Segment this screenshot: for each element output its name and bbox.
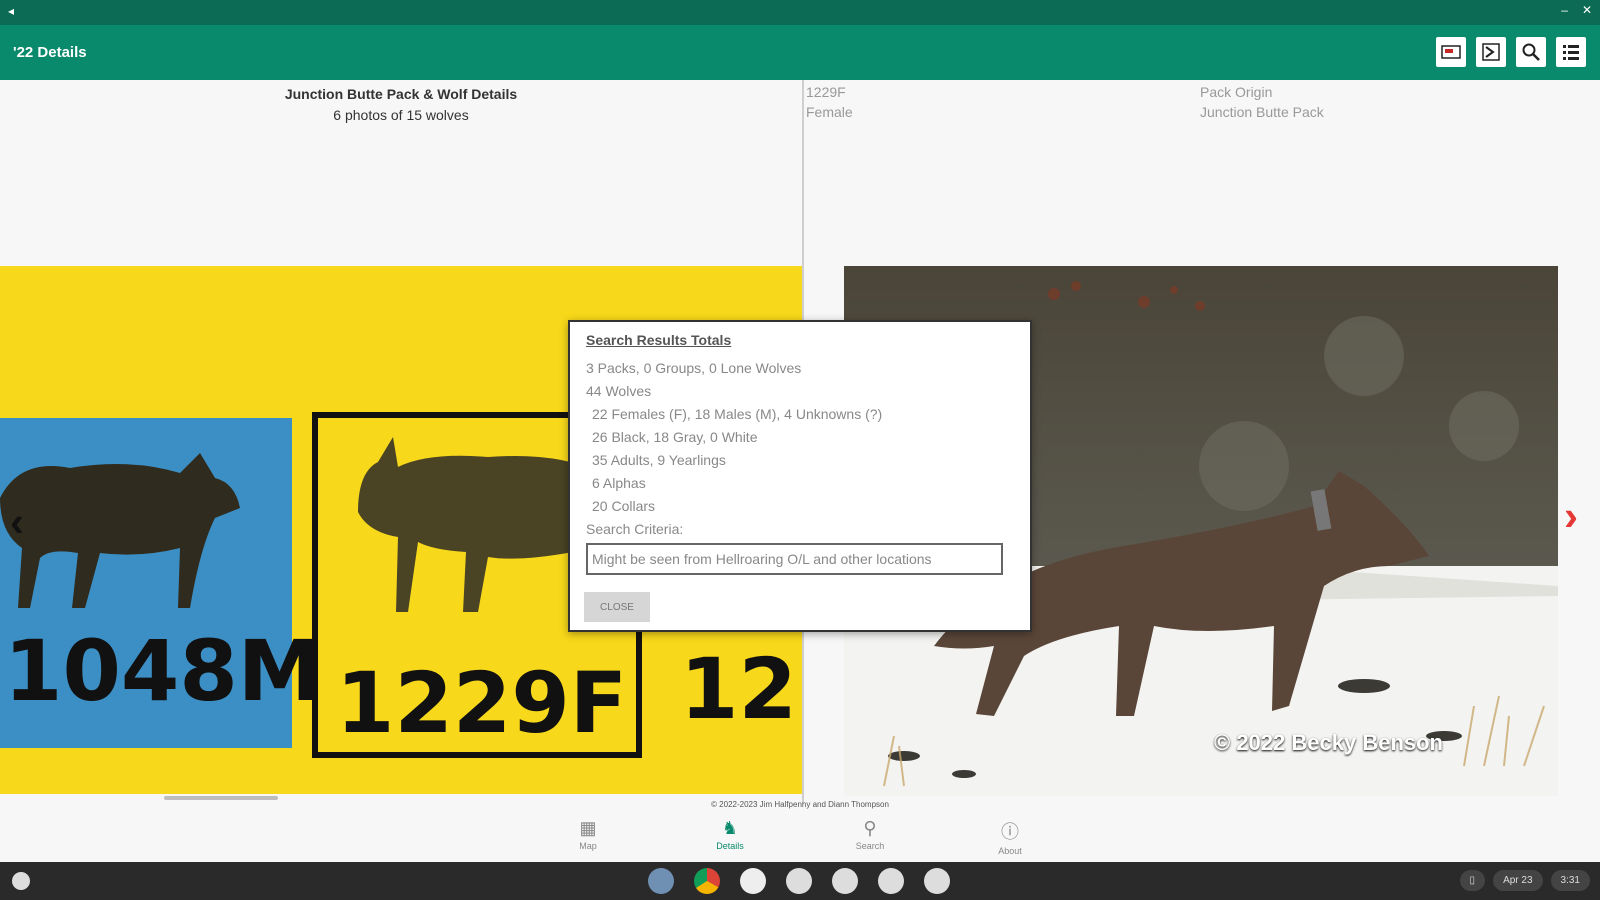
pack-header: Junction Butte Pack & Wolf Details 6 pho… xyxy=(0,86,802,123)
wolf-card-label: 1229F xyxy=(336,654,628,752)
list-icon[interactable] xyxy=(1556,37,1586,67)
close-button[interactable]: CLOSE xyxy=(584,592,650,622)
pack-origin-value: Junction Butte Pack xyxy=(1200,104,1324,120)
app-icon[interactable] xyxy=(924,868,950,894)
back-arrow-icon[interactable]: ◂ xyxy=(8,4,14,18)
os-shelf: ▯ Apr 23 3:31 xyxy=(0,862,1600,900)
photo-credit: © 2022 Becky Benson xyxy=(1214,730,1443,755)
nav-label: Details xyxy=(716,841,744,851)
dialog-line: 6 Alphas xyxy=(592,475,646,491)
wolf-id: 1229F xyxy=(806,84,846,100)
app-icon[interactable] xyxy=(740,868,766,894)
copyright: © 2022-2023 Jim Halfpenny and Diann Thom… xyxy=(711,800,889,809)
wolf-card-1048m[interactable]: 1048M xyxy=(0,418,321,748)
wolf-card-label: 1048M xyxy=(4,622,322,720)
search-results-dialog: Search Results Totals 3 Packs, 0 Groups,… xyxy=(568,320,1032,632)
nav-label: About xyxy=(998,846,1022,856)
app-icon[interactable] xyxy=(832,868,858,894)
date-pill[interactable]: Apr 23 xyxy=(1493,870,1543,891)
wolf-sex: Female xyxy=(806,104,853,120)
map-icon: ▦ xyxy=(579,818,597,838)
nav-about[interactable]: ⓘ About xyxy=(970,818,1050,856)
nav-label: Search xyxy=(855,841,885,851)
search-icon: ⚲ xyxy=(863,818,877,838)
map-book-icon[interactable] xyxy=(1436,37,1466,67)
criteria-field[interactable]: Might be seen from Hellroaring O/L and o… xyxy=(586,543,1003,575)
wolf-silhouette-icon xyxy=(0,453,240,608)
dialog-line: 44 Wolves xyxy=(586,383,652,399)
pack-title: Junction Butte Pack & Wolf Details xyxy=(284,86,518,102)
toolbar-actions xyxy=(1436,37,1586,67)
nav-map[interactable]: ▦ Map xyxy=(548,818,628,851)
dialog-line: 35 Adults, 9 Yearlings xyxy=(592,452,726,468)
wolf-icon: ♞ xyxy=(721,818,739,838)
wolf-card-label: 12 xyxy=(680,640,797,738)
dialog-line: 20 Collars xyxy=(592,498,656,514)
previous-arrow-icon[interactable]: ‹ xyxy=(10,498,24,546)
criteria-label: Search Criteria: xyxy=(586,521,684,537)
dialog-line: 22 Females (F), 18 Males (M), 4 Unknowns… xyxy=(592,406,883,422)
nav-search[interactable]: ⚲ Search xyxy=(830,818,910,851)
app-bar: '22 Details xyxy=(0,25,1600,80)
close-icon[interactable]: ✕ xyxy=(1582,3,1592,17)
app-icon[interactable] xyxy=(786,868,812,894)
app-icon[interactable] xyxy=(878,868,904,894)
dialog-line: 26 Black, 18 Gray, 0 White xyxy=(592,429,758,445)
time-pill[interactable]: 3:31 xyxy=(1550,870,1590,891)
chrome-icon[interactable] xyxy=(694,868,720,894)
next-arrow-icon[interactable]: › xyxy=(1564,492,1578,540)
minimize-icon[interactable]: – xyxy=(1561,3,1568,17)
settings-icon[interactable] xyxy=(648,868,674,894)
search-icon[interactable] xyxy=(1516,37,1546,67)
phone-icon[interactable]: ▯ xyxy=(1459,870,1486,891)
pack-origin-label: Pack Origin xyxy=(1200,84,1273,100)
dialog-title: Search Results Totals xyxy=(586,332,732,348)
nav-label: Map xyxy=(579,841,597,851)
info-icon: ⓘ xyxy=(1001,822,1019,842)
window-titlebar: ◂ – ✕ xyxy=(0,0,1600,25)
page-title: '22 Details xyxy=(13,44,87,61)
nav-details[interactable]: ♞ Details xyxy=(690,818,770,851)
chart-icon[interactable] xyxy=(1476,37,1506,67)
launcher-icon[interactable] xyxy=(12,872,30,890)
bottom-navigation: ▦ Map ♞ Details ⚲ Search ⓘ About xyxy=(0,812,1600,862)
dialog-line: 3 Packs, 0 Groups, 0 Lone Wolves xyxy=(586,360,802,376)
photo-count: 6 photos of 15 wolves xyxy=(333,107,469,123)
